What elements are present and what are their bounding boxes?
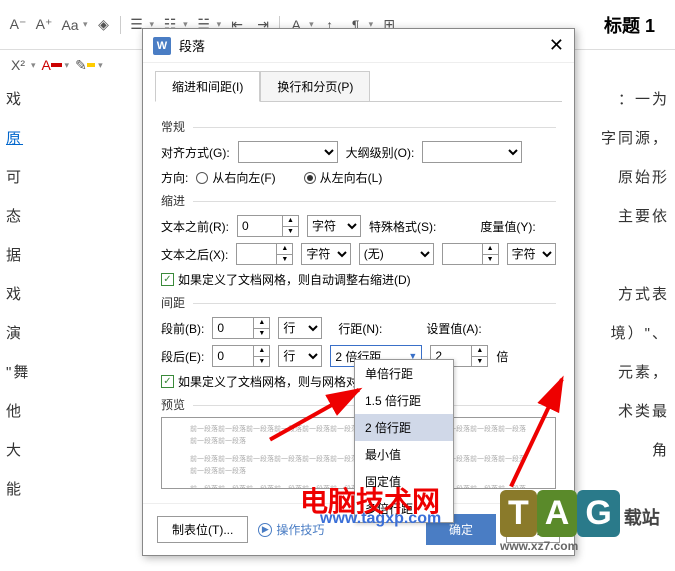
label-after-text: 文本之后(X): — [161, 246, 228, 263]
group-general: 常规 — [161, 118, 556, 135]
change-case-icon[interactable]: Aa — [60, 15, 80, 35]
option-min[interactable]: 最小值 — [355, 441, 453, 468]
measure-unit[interactable]: 字符 — [507, 243, 556, 265]
label-direction: 方向: — [161, 169, 188, 186]
option-double[interactable]: 2 倍行距 — [355, 414, 453, 441]
tips-link[interactable]: ▶ 操作技巧 — [258, 521, 324, 538]
checkbox-grid-indent[interactable]: ✓ 如果定义了文档网格，则自动调整右缩进(D) — [161, 271, 411, 288]
line-spacing-dropdown: 单倍行距 1.5 倍行距 2 倍行距 最小值 固定值 多倍行距 — [354, 359, 454, 523]
label-alignment: 对齐方式(G): — [161, 144, 230, 161]
before-para-unit[interactable]: 行 — [278, 317, 322, 339]
alignment-select[interactable] — [238, 141, 338, 163]
option-one-half[interactable]: 1.5 倍行距 — [355, 387, 453, 414]
tab-pagebreak[interactable]: 换行和分页(P) — [260, 71, 370, 101]
group-indent: 缩进 — [161, 192, 556, 209]
measure-input[interactable]: ▲▼ — [442, 243, 499, 265]
style-title[interactable]: 标题 1 — [604, 12, 667, 38]
label-measure: 度量值(Y): — [480, 218, 535, 235]
radio-icon — [304, 172, 316, 184]
dialog-title: 段落 — [179, 36, 205, 55]
before-para-input[interactable]: 0▲▼ — [212, 317, 270, 339]
radio-rtl[interactable]: 从右向左(F) — [196, 169, 275, 186]
group-spacing: 间距 — [161, 294, 556, 311]
option-fixed[interactable]: 固定值 — [355, 468, 453, 495]
radio-icon — [196, 172, 208, 184]
option-single[interactable]: 单倍行距 — [355, 360, 453, 387]
doc-link[interactable]: 原 — [6, 130, 23, 147]
label-after-para: 段后(E): — [161, 348, 204, 365]
after-para-input[interactable]: 0▲▼ — [212, 345, 270, 367]
play-icon: ▶ — [258, 523, 272, 537]
outline-select[interactable] — [422, 141, 522, 163]
after-text-input[interactable]: ▲▼ — [236, 243, 293, 265]
font-increase-icon[interactable]: A⁺ — [34, 15, 54, 35]
check-icon: ✓ — [161, 273, 174, 286]
superscript-icon[interactable]: X² — [8, 55, 28, 75]
check-icon: ✓ — [161, 375, 174, 388]
label-set-value: 设置值(A): — [426, 320, 481, 337]
label-special: 特殊格式(S): — [369, 218, 436, 235]
checkbox-grid-align[interactable]: ✓ 如果定义了文档网格，则与网格对 — [161, 373, 358, 390]
before-text-unit[interactable]: 字符 — [307, 215, 361, 237]
wps-icon: W — [153, 37, 171, 55]
close-icon[interactable]: ✕ — [549, 35, 564, 56]
label-line-spacing: 行距(N): — [338, 320, 382, 337]
clear-format-icon[interactable]: ◈ — [94, 15, 114, 35]
tabs-button[interactable]: 制表位(T)... — [157, 516, 248, 543]
before-text-input[interactable]: 0▲▼ — [237, 215, 299, 237]
special-select[interactable]: (无) — [359, 243, 434, 265]
tab-indent[interactable]: 缩进和间距(I) — [155, 71, 260, 102]
cancel-button[interactable]: 取消 — [506, 516, 560, 543]
highlight-icon[interactable]: ✎ — [75, 55, 95, 75]
label-before-para: 段前(B): — [161, 320, 204, 337]
option-multiple[interactable]: 多倍行距 — [355, 495, 453, 522]
label-times-unit: 倍 — [496, 348, 508, 365]
after-text-unit[interactable]: 字符 — [301, 243, 350, 265]
label-before-text: 文本之前(R): — [161, 218, 229, 235]
after-para-unit[interactable]: 行 — [278, 345, 322, 367]
label-outline: 大纲级别(O): — [346, 144, 415, 161]
font-decrease-icon[interactable]: A⁻ — [8, 15, 28, 35]
font-color-icon[interactable]: A — [42, 55, 62, 75]
radio-ltr[interactable]: 从左向右(L) — [304, 169, 383, 186]
dialog-titlebar: W 段落 ✕ — [143, 29, 574, 63]
